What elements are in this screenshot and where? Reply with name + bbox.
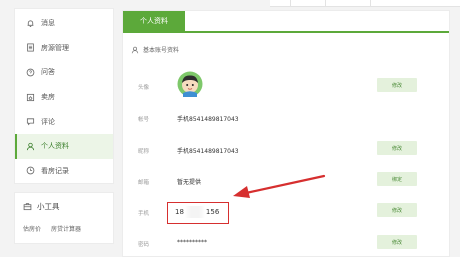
annotation-arrow-icon xyxy=(233,174,326,198)
